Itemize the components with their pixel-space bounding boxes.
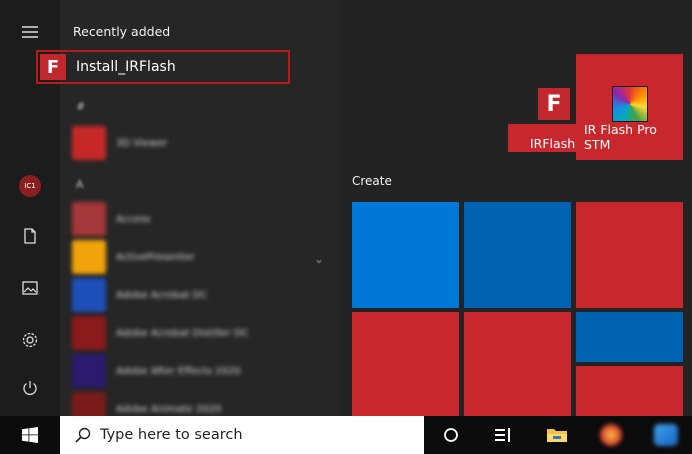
color-wheel-icon <box>612 86 648 122</box>
recently-added-heading: Recently added <box>73 24 171 39</box>
pinned-app-icon <box>600 424 622 446</box>
tile-create-6[interactable] <box>576 312 683 362</box>
app-name: Adobe Acrobat Distiller DC <box>116 327 249 339</box>
tile-create-4[interactable] <box>352 312 459 416</box>
tiles-panel: IRFlash F IR Flash Pro STM Create <box>340 0 692 416</box>
app-icon <box>72 240 106 274</box>
power-icon <box>23 381 37 395</box>
app-icon <box>72 202 106 236</box>
tile-create-7[interactable] <box>576 366 683 416</box>
app-name: Access <box>116 213 151 225</box>
hamburger-menu-button[interactable] <box>0 10 60 54</box>
irflash-tile-icon: F <box>538 88 570 120</box>
tile-irflash[interactable]: IRFlash <box>508 124 578 152</box>
irflash-app-icon: F <box>40 54 66 80</box>
list-item-adobe-after-effects[interactable]: Adobe After Effects 2020 <box>72 354 332 388</box>
pictures-button[interactable] <box>0 266 60 310</box>
tile-create-3[interactable] <box>576 202 683 308</box>
app-icon <box>72 126 106 160</box>
tile-ir-flash-pro-stm[interactable]: IR Flash Pro STM <box>576 54 683 160</box>
pinned-app-button[interactable] <box>594 416 628 454</box>
list-item-3d-viewer[interactable]: 3D Viewer <box>72 126 332 160</box>
pinned-app-icon <box>654 424 678 446</box>
search-placeholder: Type here to search <box>100 427 243 443</box>
app-name: Adobe Acrobat DC <box>116 289 208 301</box>
list-item-adobe-acrobat-distiller-dc[interactable]: Adobe Acrobat Distiller DC <box>72 316 332 350</box>
avatar: IC1 <box>19 175 41 197</box>
start-button[interactable] <box>0 416 60 454</box>
taskbar-search-box[interactable]: Type here to search <box>60 416 424 454</box>
letter-header-hash[interactable]: # <box>76 100 85 113</box>
tile-create-1[interactable] <box>352 202 459 308</box>
settings-button[interactable] <box>0 318 60 362</box>
windows-start-icon <box>22 427 38 443</box>
cortana-button[interactable] <box>436 416 466 454</box>
recent-app-install-irflash[interactable]: F Install_IRFlash <box>36 50 290 84</box>
task-view-button[interactable] <box>488 416 518 454</box>
documents-button[interactable] <box>0 214 60 258</box>
search-icon <box>75 427 91 443</box>
recent-app-label: Install_IRFlash <box>76 59 176 75</box>
hamburger-icon <box>22 26 38 38</box>
app-name: ActivePresenter <box>116 251 195 263</box>
settings-icon <box>22 332 38 348</box>
user-account-button[interactable]: IC1 <box>0 164 60 208</box>
list-item-adobe-acrobat-dc[interactable]: Adobe Acrobat DC <box>72 278 332 312</box>
app-name: 3D Viewer <box>116 137 168 149</box>
document-icon <box>24 228 36 244</box>
task-view-icon <box>495 428 510 442</box>
tile-create-5[interactable] <box>464 312 571 416</box>
app-name: Adobe After Effects 2020 <box>116 365 241 377</box>
file-explorer-icon <box>547 429 567 442</box>
list-item-access[interactable]: Access <box>72 202 332 236</box>
app-icon <box>72 316 106 350</box>
pinned-app-button[interactable] <box>646 416 686 454</box>
pictures-icon <box>22 281 38 295</box>
power-button[interactable] <box>0 366 60 410</box>
letter-header-a[interactable]: A <box>76 178 84 191</box>
app-icon <box>72 354 106 388</box>
group-title-create[interactable]: Create <box>352 174 392 188</box>
chevron-down-icon[interactable]: ⌄ <box>314 252 324 266</box>
tile-create-2[interactable] <box>464 202 571 308</box>
app-list: Recently added F Install_IRFlash # 3D Vi… <box>36 0 340 426</box>
cortana-icon <box>444 428 458 442</box>
file-explorer-button[interactable] <box>540 416 574 454</box>
app-icon <box>72 278 106 312</box>
tile-ir-flash-pro-stm-label: IR Flash Pro STM <box>584 122 657 152</box>
app-name: Adobe Animate 2020 <box>116 403 222 415</box>
taskbar: Type here to search <box>0 416 692 454</box>
tile-irflash-label: IRFlash <box>530 136 576 151</box>
list-item-activepresenter[interactable]: ActivePresenter <box>72 240 332 274</box>
